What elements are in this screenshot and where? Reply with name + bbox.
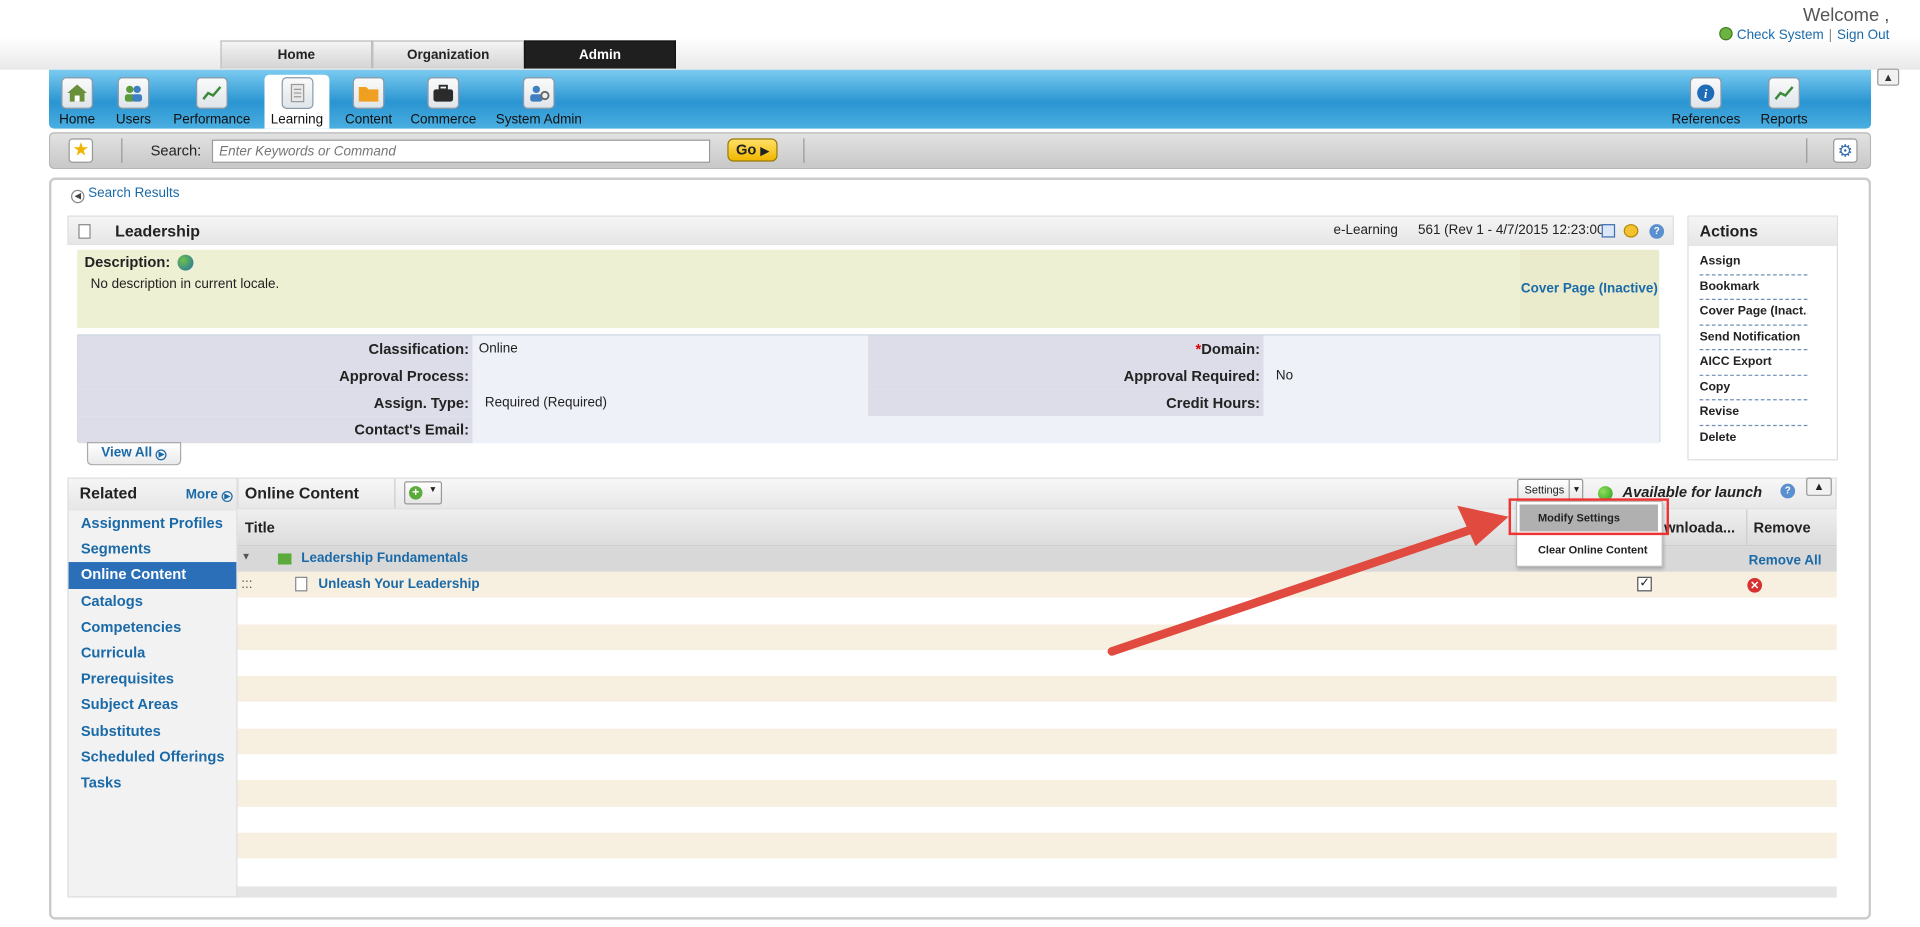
arrow-head (1457, 505, 1509, 547)
arrow-shaft (1107, 525, 1474, 656)
annotation-arrow (1107, 505, 1509, 656)
